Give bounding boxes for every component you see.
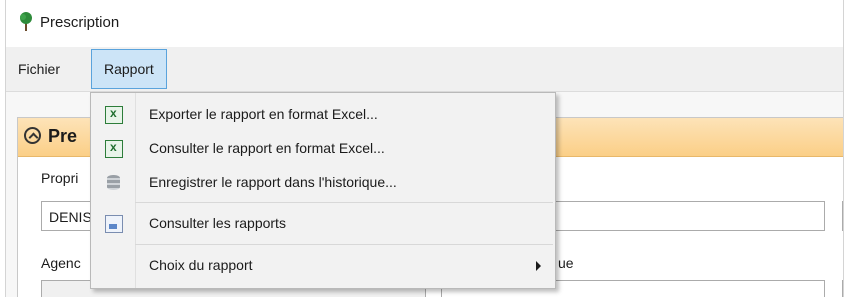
menu-item-choix-rapport[interactable]: Choix du rapport [91,250,555,282]
right-label-1: N [842,170,843,186]
database-icon [105,174,123,192]
menu-separator [135,202,553,203]
menu-fichier[interactable]: Fichier [10,55,68,83]
report-icon [105,215,123,233]
right-field-2[interactable] [842,280,843,297]
tree-icon [20,12,32,31]
menu-item-label: Exporter le rapport en format Excel... [149,106,378,122]
submenu-arrow-icon [536,261,541,271]
title-bar: Prescription [6,0,843,44]
propriete-value: DENIS [49,209,92,225]
menu-item-label: Enregistrer le rapport dans l'historique… [149,174,397,190]
partial-label: ue [558,255,574,271]
window-title: Prescription [40,14,120,31]
menu-item-label: Choix du rapport [149,257,253,273]
menu-item-label: Consulter les rapports [149,215,286,231]
menu-item-consulter-rapports[interactable]: Consulter les rapports [91,208,555,240]
menu-bar: Fichier Rapport [6,47,843,92]
menu-separator [135,244,553,245]
menu-rapport[interactable]: Rapport [91,49,167,89]
propriete-label: Propri [41,170,79,186]
right-label-2: N [842,255,843,271]
collapse-icon[interactable] [24,127,41,144]
rapport-dropdown-menu: Exporter le rapport en format Excel... C… [90,92,556,289]
excel-icon [105,106,123,124]
menu-item-enregistrer-historique[interactable]: Enregistrer le rapport dans l'historique… [91,167,555,199]
excel-icon [105,140,123,158]
menu-item-exporter-excel[interactable]: Exporter le rapport en format Excel... [91,99,555,131]
panel-title: Pre [48,126,78,146]
agence-label: Agenc [41,255,81,271]
menu-item-consulter-excel[interactable]: Consulter le rapport en format Excel... [91,133,555,165]
right-field-1[interactable] [842,201,843,231]
menu-item-label: Consulter le rapport en format Excel... [149,140,385,156]
